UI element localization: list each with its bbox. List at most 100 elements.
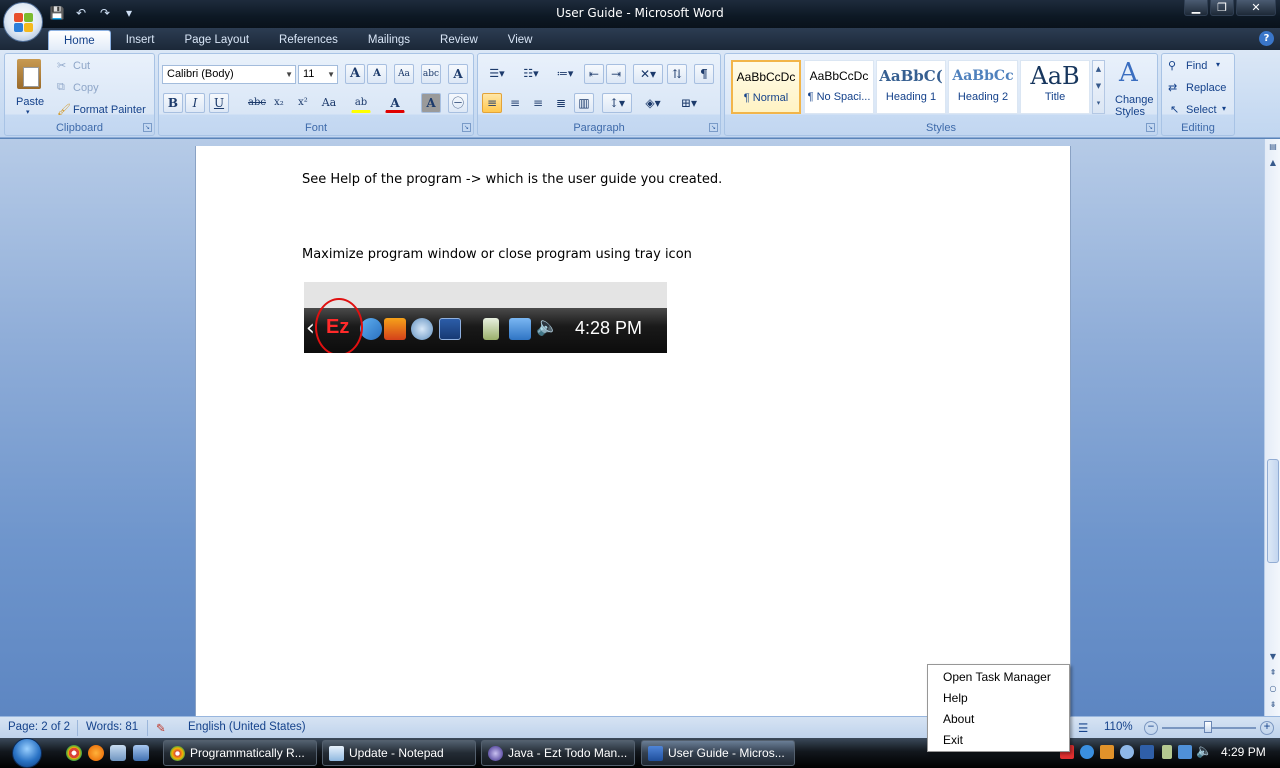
styles-launcher-icon[interactable]: ↘ [1146,123,1155,132]
bullets-icon[interactable]: ☰▾ [482,64,512,84]
bold-button[interactable]: B [163,93,183,113]
doc-paragraph[interactable]: See Help of the program -> which is the … [302,172,722,187]
borders-icon[interactable]: ⊞▾ [674,93,704,113]
globe-icon[interactable] [1120,745,1134,759]
change-case-button[interactable]: Aa [317,93,341,113]
bluetooth-icon[interactable] [1080,745,1094,759]
clipboard-launcher-icon[interactable]: ↘ [143,123,152,132]
tab-references[interactable]: References [264,30,353,50]
underline-button[interactable]: U [209,93,229,113]
align-right-icon[interactable]: ≡ [528,93,548,113]
zoom-level[interactable]: 110% [1104,721,1133,733]
office-button[interactable] [3,2,43,42]
zoom-slider-thumb[interactable] [1204,721,1212,733]
chrome-quicklaunch-icon[interactable] [66,745,82,761]
decrease-indent-icon[interactable]: ⇤ [584,64,604,84]
superscript-button[interactable]: x² [293,93,313,113]
italic-button[interactable]: I [185,93,205,113]
style-normal[interactable]: AaBbCcDc ¶ Normal [731,60,801,114]
zoom-in-button[interactable]: + [1260,721,1274,735]
zoom-out-button[interactable]: − [1144,721,1158,735]
multilevel-list-icon[interactable]: ≔▾ [550,64,580,84]
draft-view-icon[interactable]: ☰ [1078,721,1088,735]
next-page-icon[interactable]: ⇟ [1267,699,1279,711]
tab-home[interactable]: Home [48,30,111,50]
paste-button[interactable]: Paste ▾ [8,56,50,118]
tab-page-layout[interactable]: Page Layout [169,30,264,50]
style-no-spacing[interactable]: AaBbCcDc ¶ No Spaci... [804,60,874,114]
vertical-scrollbar[interactable]: ▤ ▲ ▼ ⇞ ○ ⇟ [1264,139,1280,716]
taskbar-clock[interactable]: 4:29 PM [1221,745,1266,759]
style-heading-1[interactable]: AaBbC( Heading 1 [876,60,946,114]
style-heading-2[interactable]: AaBbCc Heading 2 [948,60,1018,114]
help-icon[interactable]: ? [1259,31,1274,46]
menu-item-open-task-manager[interactable]: Open Task Manager [928,667,1069,688]
proofing-icon[interactable]: ✎ [156,721,166,735]
font-launcher-icon[interactable]: ↘ [462,123,471,132]
find-button[interactable]: ⚲ Find ▾ [1166,58,1232,76]
start-button[interactable] [6,738,46,768]
subscript-button[interactable]: x₂ [269,93,289,113]
close-button[interactable]: ✕ [1236,0,1276,16]
paragraph-launcher-icon[interactable]: ↘ [709,123,718,132]
styles-scroll[interactable]: ▲ ▼ ▾ [1092,60,1105,114]
scroll-thumb[interactable] [1267,459,1279,563]
battery-icon[interactable] [1162,745,1172,759]
minimize-button[interactable]: ▁ [1184,0,1208,16]
character-shading-button[interactable]: A [421,93,441,113]
asian-layout-icon[interactable]: ✕▾ [633,64,663,84]
replace-button[interactable]: ⇄ Replace [1166,80,1232,98]
highlight-button[interactable]: ab [351,93,371,113]
show-desktop-icon[interactable] [133,745,149,761]
menu-item-about[interactable]: About [928,709,1069,730]
phonetic-guide-icon[interactable]: abc [421,64,441,84]
explorer-quicklaunch-icon[interactable] [110,745,126,761]
volume-icon[interactable]: 🔈 [1196,744,1212,759]
line-spacing-icon[interactable]: ↕▾ [602,93,632,113]
warning-icon[interactable] [1100,745,1114,759]
taskbar-item-active[interactable]: User Guide - Micros... [641,740,795,766]
scroll-down-icon[interactable]: ▼ [1267,651,1279,663]
align-left-icon[interactable]: ≡ [482,93,502,113]
zoom-slider[interactable] [1162,721,1256,733]
cut-button[interactable]: ✂ Cut [55,58,145,76]
word-count[interactable]: Words: 81 [86,721,138,733]
scroll-up-icon[interactable]: ▲ [1267,157,1279,169]
numbering-icon[interactable]: ☷▾ [516,64,546,84]
grow-font-button[interactable]: A [345,64,365,84]
shading-icon[interactable]: ◈▾ [638,93,668,113]
tab-review[interactable]: Review [425,30,493,50]
strikethrough-button[interactable]: abc [245,93,269,113]
font-color-button[interactable]: A [385,93,405,113]
change-styles-button[interactable]: A Change Styles [1109,56,1155,120]
style-title[interactable]: AaB Title [1020,60,1090,114]
app-icon[interactable] [1140,745,1154,759]
taskbar-item[interactable]: Update - Notepad [322,740,476,766]
tab-insert[interactable]: Insert [111,30,170,50]
browse-object-icon[interactable]: ○ [1267,683,1279,695]
menu-item-exit[interactable]: Exit [928,730,1069,751]
shrink-font-button[interactable]: A [367,64,387,84]
pilcrow-icon[interactable]: ¶ [694,64,714,84]
doc-paragraph[interactable]: Maximize program window or close program… [302,247,692,262]
font-name-combo[interactable]: Calibri (Body) ▼ [162,65,296,84]
ruler-toggle-icon[interactable]: ▤ [1267,141,1279,153]
sort-icon[interactable]: ⇅ [667,64,687,84]
justify-icon[interactable]: ≣ [551,93,571,113]
select-button[interactable]: ↖ Select ▾ [1166,102,1232,120]
tab-mailings[interactable]: Mailings [353,30,425,50]
restore-button[interactable]: ❐ [1210,0,1234,16]
document-page[interactable]: See Help of the program -> which is the … [195,146,1071,716]
tab-view[interactable]: View [493,30,548,50]
increase-indent-icon[interactable]: ⇥ [606,64,626,84]
page-count[interactable]: Page: 2 of 2 [8,721,70,733]
taskbar-item[interactable]: Programmatically R... [163,740,317,766]
format-painter-button[interactable]: 🖌 Format Painter [55,102,155,120]
copy-button[interactable]: ⧉ Copy [55,80,145,98]
align-center-icon[interactable]: ≡ [505,93,525,113]
enclose-characters-icon[interactable]: ㊀ [448,93,468,113]
character-border-icon[interactable]: A [448,64,468,84]
language-status[interactable]: English (United States) [188,721,306,733]
clear-formatting-button[interactable]: Aa [394,64,414,84]
network-icon[interactable] [1178,745,1192,759]
